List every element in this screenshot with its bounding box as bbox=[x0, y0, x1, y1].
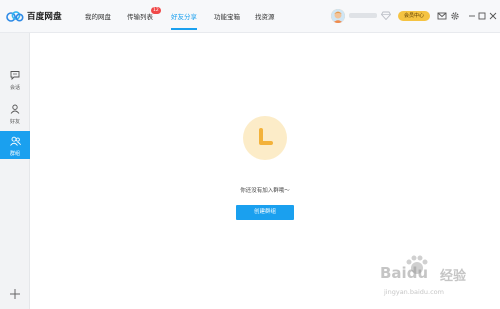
watermark-sub: 经验 bbox=[440, 269, 467, 284]
nav-toolbox[interactable]: 功能宝箱 bbox=[214, 11, 240, 21]
nav-find-resources[interactable]: 找资源 bbox=[255, 11, 275, 21]
empty-state-message: 你还没有加入群哦～ bbox=[240, 188, 290, 194]
mail-icon[interactable] bbox=[437, 11, 447, 21]
maximize-icon[interactable] bbox=[477, 11, 487, 21]
watermark-brand: Baidu bbox=[380, 264, 429, 282]
chat-icon bbox=[10, 71, 20, 80]
nav-friend-share[interactable]: 好友分享 bbox=[171, 11, 197, 21]
username-placeholder bbox=[349, 13, 377, 18]
plus-icon[interactable] bbox=[9, 288, 21, 300]
avatar[interactable] bbox=[331, 9, 345, 23]
person-icon bbox=[10, 104, 20, 114]
sidebar: 会话 好友 群组 bbox=[0, 33, 30, 309]
baidu-jingyan-watermark: Baidu 经验 jingyan.baidu.com bbox=[380, 250, 495, 305]
create-group-button[interactable]: 创建群组 bbox=[236, 205, 294, 220]
minimize-icon[interactable] bbox=[467, 11, 477, 21]
sidebar-item-label: 群组 bbox=[9, 151, 20, 157]
nav-my-disk[interactable]: 我的网盘 bbox=[85, 11, 111, 21]
close-icon[interactable] bbox=[488, 11, 498, 21]
sidebar-item-groups[interactable]: 群组 bbox=[0, 131, 30, 159]
app-logo: 百度网盘 bbox=[6, 10, 62, 22]
app-name: 百度网盘 bbox=[27, 12, 62, 22]
cloud-logo-icon bbox=[6, 10, 24, 22]
sidebar-item-friends[interactable]: 好友 bbox=[0, 99, 30, 127]
transfer-count-badge: 12 bbox=[151, 7, 161, 14]
watermark-url: jingyan.baidu.com bbox=[384, 288, 444, 296]
vip-center-button[interactable]: 会员中心 bbox=[398, 11, 430, 21]
top-bar: 百度网盘 我的网盘 传输列表 12 好友分享 功能宝箱 找资源 会员中心 bbox=[0, 0, 500, 33]
gear-icon[interactable] bbox=[450, 11, 460, 21]
nav-transfer-list[interactable]: 传输列表 bbox=[127, 11, 153, 21]
group-icon bbox=[10, 136, 21, 146]
sidebar-item-label: 会话 bbox=[9, 85, 20, 91]
empty-state-illustration bbox=[243, 116, 287, 160]
active-tab-indicator bbox=[171, 28, 197, 30]
clock-icon bbox=[259, 128, 273, 145]
sidebar-item-label: 好友 bbox=[9, 119, 20, 125]
sidebar-item-chat[interactable]: 会话 bbox=[0, 65, 30, 93]
diamond-icon[interactable] bbox=[381, 11, 391, 20]
